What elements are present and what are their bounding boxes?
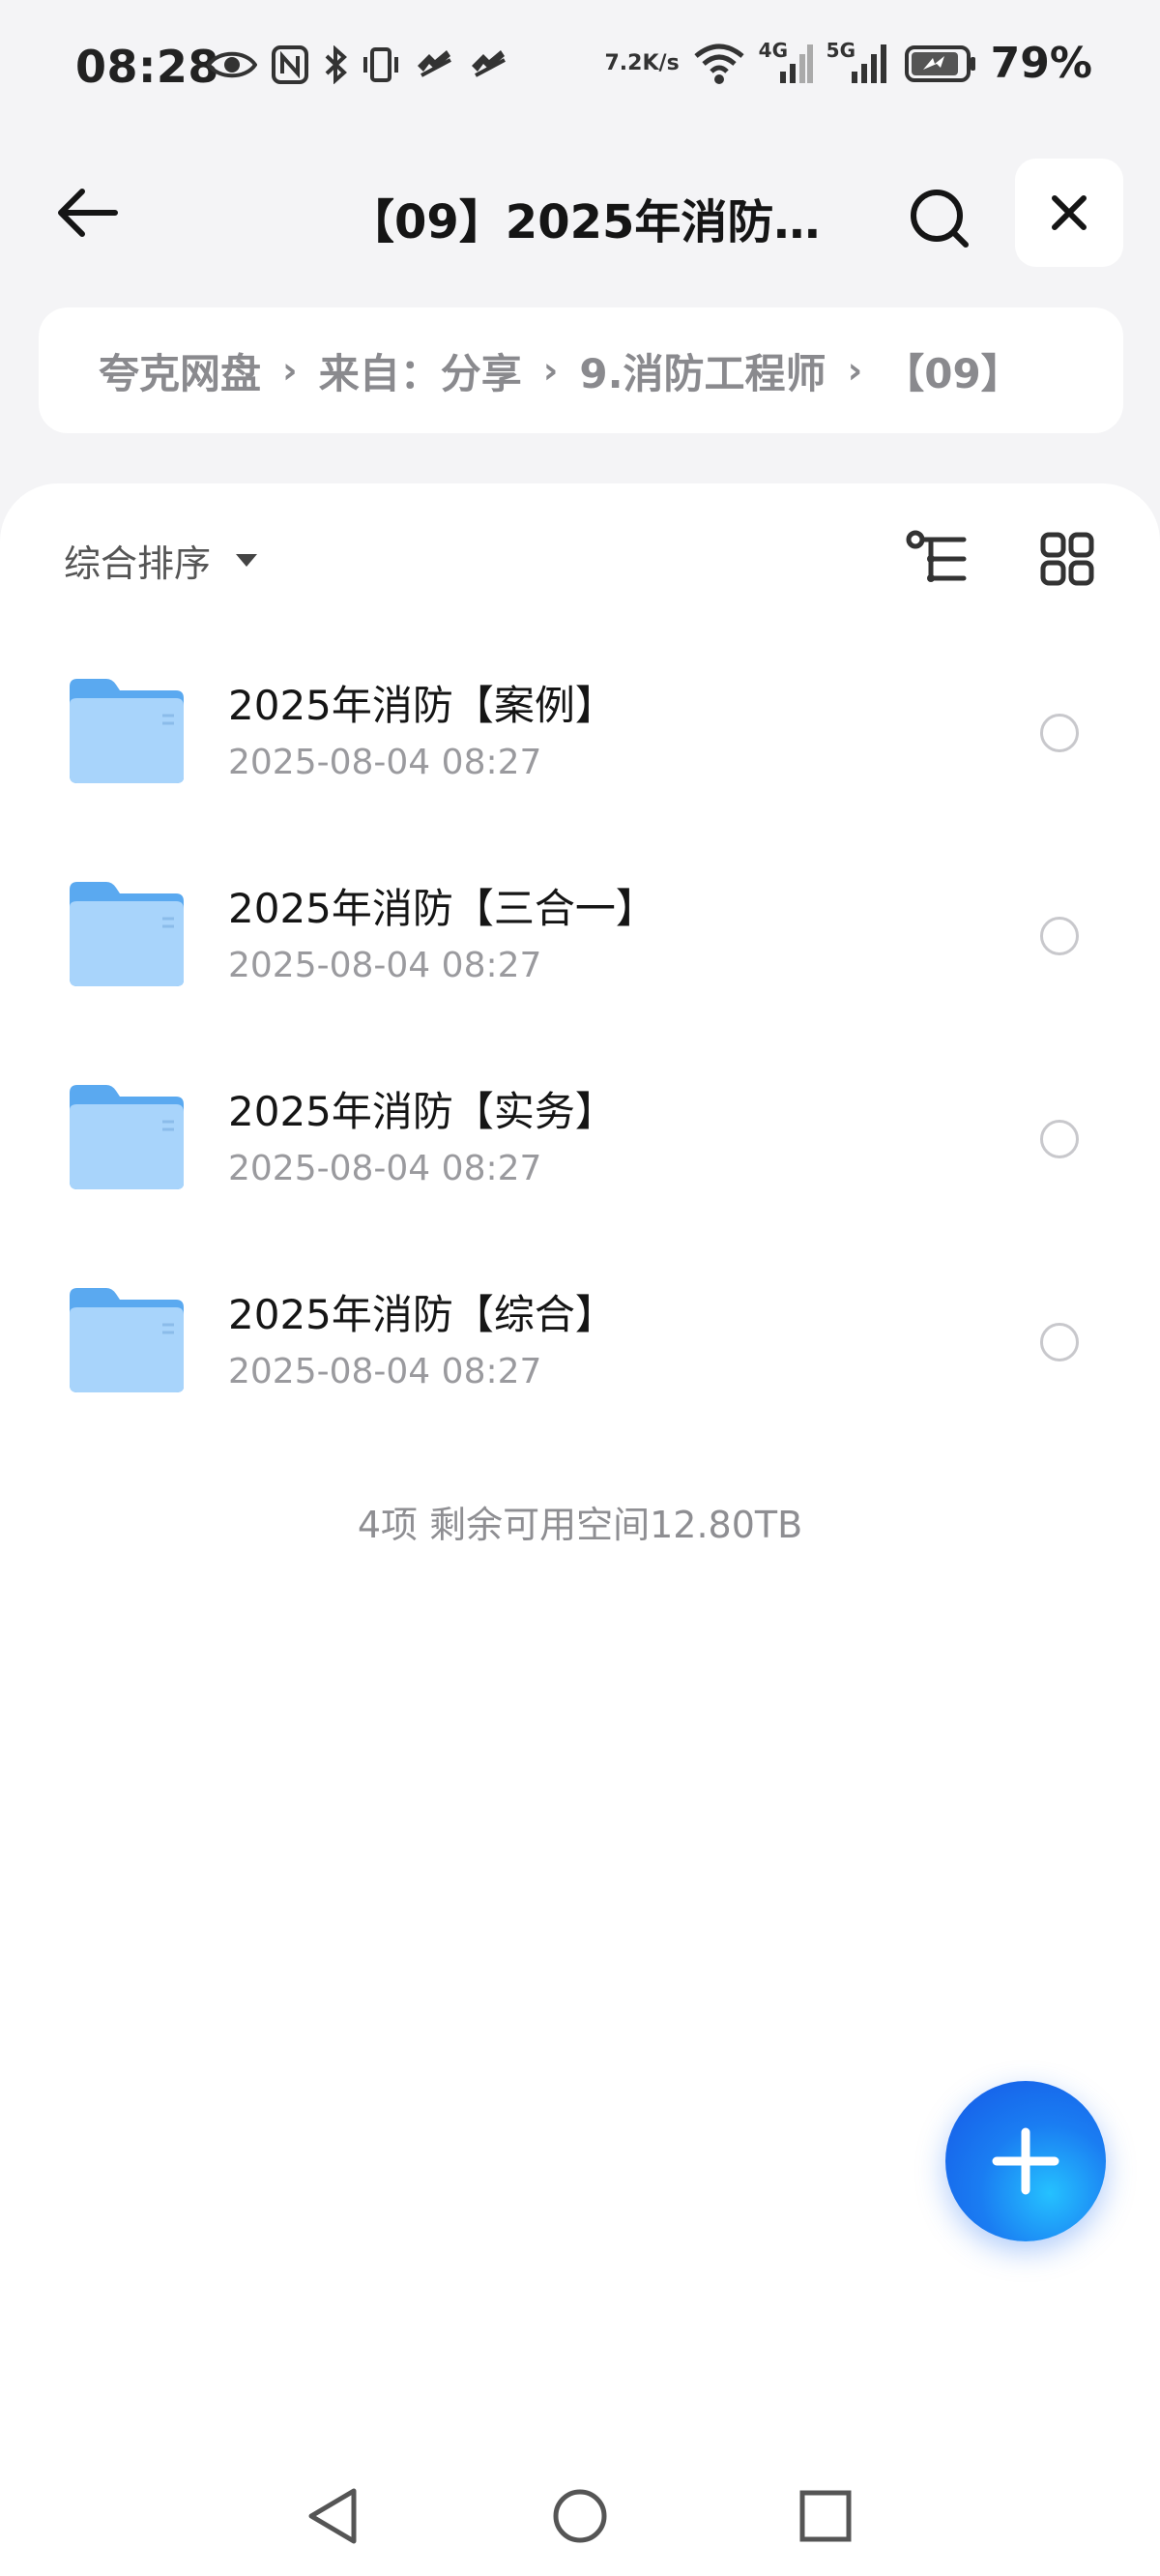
status-bar: 08:28 7.2 K/s 4G 5G 79% [0,0,1160,145]
nav-back-button[interactable] [298,2481,367,2551]
triangle-back-icon [308,2488,357,2544]
breadcrumb-item-root[interactable]: 夸克网盘 [99,341,261,400]
eye-icon [207,48,257,81]
file-row[interactable]: 2025年消防【实务】 2025-08-04 08:27 [0,1035,1160,1238]
battery-percent: 79% [990,39,1092,88]
net-4g-label: 4G [758,38,789,62]
file-list: 2025年消防【案例】 2025-08-04 08:27 2025年消防【三合一… [0,629,1160,1441]
storage-summary: 4项 剩余可用空间12.80TB [357,1504,803,1546]
status-icons-right: 7.2 K/s 4G 5G 79% [604,39,1093,89]
sort-label: 综合排序 [64,542,212,585]
chevron-right-icon: › [282,349,298,392]
page-title: 【09】2025年消防… [348,195,821,249]
breadcrumb: 夸克网盘 › 来自：分享 › 9.消防工程师 › 【09】 [39,307,1123,433]
file-date: 2025-08-04 08:27 [228,1352,542,1391]
file-row[interactable]: 2025年消防【综合】 2025-08-04 08:27 [0,1238,1160,1441]
top-bar: 【09】2025年消防… [0,155,1160,271]
close-icon [1052,195,1087,230]
list-toolbar: 综合排序 [0,483,1160,629]
file-name: 2025年消防【综合】 [228,1291,616,1338]
status-icons-left [207,44,508,85]
select-checkbox[interactable] [1040,1120,1079,1158]
breadcrumb-item-shared[interactable]: 来自：分享 [319,341,522,400]
select-checkbox[interactable] [1040,714,1079,752]
breadcrumb-item-current[interactable]: 【09】 [884,341,1021,400]
circle-home-icon [553,2489,607,2543]
bluetooth-icon [323,45,348,84]
square-recents-icon [799,2490,852,2542]
status-time: 08:28 [75,41,219,93]
select-checkbox[interactable] [1040,1323,1079,1361]
sort-dropdown[interactable]: 综合排序 [64,534,258,587]
file-name: 2025年消防【实务】 [228,1088,616,1135]
folder-icon [70,1085,184,1189]
file-row[interactable]: 2025年消防【三合一】 2025-08-04 08:27 [0,832,1160,1035]
tree-structure-icon [906,530,967,582]
file-date: 2025-08-04 08:27 [228,1149,542,1188]
net-speed-unit: K/s [642,50,680,75]
nfc-icon [271,44,309,85]
caret-down-icon [236,554,258,567]
close-button[interactable] [1015,159,1123,267]
screen: 08:28 7.2 K/s 4G 5G 79% 【09】2025年消防… 夸克网… [0,0,1160,2576]
signal-4g-icon: 4G [759,39,813,85]
file-date: 2025-08-04 08:27 [228,946,542,985]
folder-icon [70,882,184,986]
chevron-right-icon: › [847,349,863,392]
select-checkbox[interactable] [1040,917,1079,955]
grid-icon [1040,532,1094,586]
nav-recents-button[interactable] [791,2481,860,2551]
file-panel: 综合排序 2025年消防【案例】 2025-08-04 08:27 2025年消… [0,483,1160,2576]
signal-5g-icon: 5G [826,39,890,85]
net-speed: 7.2 K/s [604,50,680,75]
battery-charging-icon [904,44,977,83]
chevron-right-icon: › [542,349,559,392]
tree-view-button[interactable] [905,528,971,590]
net-5g-label: 5G [826,38,856,62]
file-row[interactable]: 2025年消防【案例】 2025-08-04 08:27 [0,629,1160,832]
app-notify-icon-2 [468,48,508,81]
net-speed-value: 7.2 [604,50,643,75]
file-date: 2025-08-04 08:27 [228,743,542,782]
breadcrumb-item-folder[interactable]: 9.消防工程师 [579,341,826,400]
vibrate-icon [362,45,400,84]
file-name: 2025年消防【案例】 [228,682,616,729]
arrow-left-icon [58,189,118,237]
app-notify-icon [414,48,454,81]
nav-home-button[interactable] [545,2481,615,2551]
system-nav-bar [0,2456,1160,2576]
plus-icon [992,2127,1059,2195]
wifi-icon [693,43,745,85]
folder-icon [70,1288,184,1392]
file-name: 2025年消防【三合一】 [228,885,656,932]
search-button[interactable] [899,178,980,259]
search-icon [911,190,969,248]
folder-icon [70,679,184,783]
back-button[interactable] [48,182,126,244]
add-button[interactable] [945,2081,1106,2241]
grid-view-button[interactable] [1036,528,1098,590]
